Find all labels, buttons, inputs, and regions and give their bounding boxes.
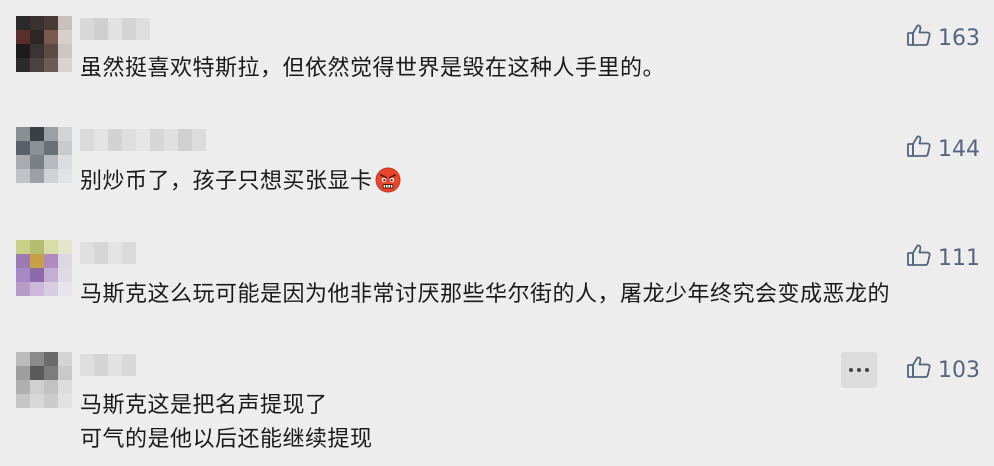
like-count: 111 <box>938 245 980 271</box>
comment-text-line: 别炒币了，孩子只想买张显卡 <box>80 169 373 194</box>
like-count: 103 <box>938 357 980 383</box>
angry-face-icon <box>375 167 401 193</box>
username-blurred[interactable] <box>80 129 206 151</box>
comment-text-line: 虽然挺喜欢特斯拉，但依然觉得世界是毁在这种人手里的。 <box>80 56 666 81</box>
comment-text: 马斯克这是把名声提现了 可气的是他以后还能继续提现 <box>80 389 373 457</box>
like-count: 163 <box>938 25 980 51</box>
more-options-button[interactable] <box>841 352 877 388</box>
thumbs-up-icon <box>906 354 932 386</box>
like-button[interactable]: 144 <box>906 133 980 165</box>
like-button[interactable]: 163 <box>906 22 980 54</box>
comment-text: 虽然挺喜欢特斯拉，但依然觉得世界是毁在这种人手里的。 <box>80 52 665 86</box>
like-count: 144 <box>938 136 980 162</box>
like-button[interactable]: 103 <box>906 354 980 386</box>
comment-text: 马斯克这么玩可能是因为他非常讨厌那些华尔街的人，屠龙少年终究会变成恶龙的 <box>80 278 890 312</box>
dot-icon <box>865 368 869 372</box>
avatar[interactable] <box>16 240 72 296</box>
comment-text-line: 可气的是他以后还能继续提现 <box>80 427 373 452</box>
thumbs-up-icon <box>906 133 932 165</box>
thumbs-up-icon <box>906 22 932 54</box>
dot-icon <box>849 368 853 372</box>
username-blurred[interactable] <box>80 354 136 376</box>
comment-text: 别炒币了，孩子只想买张显卡 <box>80 165 401 199</box>
avatar[interactable] <box>16 127 72 183</box>
comment-text-line: 马斯克这是把名声提现了 <box>80 393 328 418</box>
dot-icon <box>857 368 861 372</box>
comment-text-line: 马斯克这么玩可能是因为他非常讨厌那些华尔街的人，屠龙少年终究会变成恶龙的 <box>80 282 891 307</box>
like-button[interactable]: 111 <box>906 242 980 274</box>
username-blurred[interactable] <box>80 18 150 40</box>
avatar[interactable] <box>16 16 72 72</box>
username-blurred[interactable] <box>80 242 136 264</box>
avatar[interactable] <box>16 352 72 408</box>
thumbs-up-icon <box>906 242 932 274</box>
